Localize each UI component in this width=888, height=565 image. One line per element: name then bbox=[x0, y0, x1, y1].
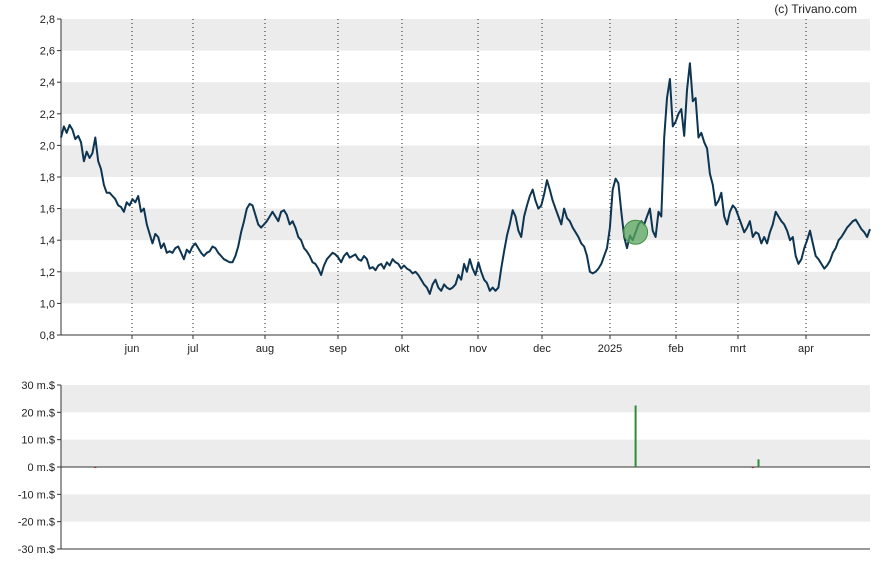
y-tick-label: 30 m.$ bbox=[21, 380, 55, 392]
x-tick-label: nov bbox=[469, 343, 487, 355]
grid-band bbox=[61, 385, 870, 413]
x-tick-label: sep bbox=[329, 343, 347, 355]
y-tick-label: -30 m.$ bbox=[18, 544, 55, 556]
grid-band bbox=[61, 494, 870, 522]
grid-band bbox=[61, 145, 870, 177]
y-tick-label: 1,4 bbox=[40, 235, 55, 247]
grid-band bbox=[61, 82, 870, 114]
grid-band bbox=[61, 439, 870, 467]
y-tick-label: 0 m.$ bbox=[27, 462, 55, 474]
y-tick-label: 2,8 bbox=[40, 14, 55, 26]
volume-bar bbox=[757, 459, 760, 467]
y-tick-label: 0,8 bbox=[40, 330, 55, 342]
x-tick-label: aug bbox=[256, 343, 274, 355]
x-tick-label: mrt bbox=[730, 343, 746, 355]
stock-chart: 0,8 1,0 1,2 1,4 1,6 1,8 2,0 2,2 2,4 2,6 2,8 jun jul a… bbox=[18, 2, 871, 556]
copyright-label: (c) Trivano.com bbox=[774, 2, 857, 16]
y-tick-label: 1,8 bbox=[40, 172, 55, 184]
grid-band bbox=[61, 19, 870, 51]
y-tick-label: 10 m.$ bbox=[21, 435, 55, 447]
y-tick-label: 2,2 bbox=[40, 109, 55, 121]
volume-panel: 30 m.$ 20 m.$ 10 m.$ 0 m.$ -10 m.$ -20 m.$ -30… bbox=[18, 380, 870, 556]
volume-bar bbox=[751, 467, 754, 469]
y-tick-label: 1,0 bbox=[40, 298, 55, 310]
volume-bar bbox=[94, 467, 97, 468]
y-tick-label: 2,6 bbox=[40, 46, 55, 58]
y-tick-label: 2,4 bbox=[40, 77, 55, 89]
event-marker bbox=[623, 219, 649, 245]
y-tick-label: -20 m.$ bbox=[18, 517, 55, 529]
x-tick-label: feb bbox=[668, 343, 683, 355]
x-tick-label: jun bbox=[124, 343, 140, 355]
x-tick-label: apr bbox=[798, 343, 814, 355]
y-tick-label: 2,0 bbox=[40, 140, 55, 152]
volume-bar bbox=[634, 405, 637, 467]
grid-band bbox=[61, 271, 870, 304]
x-tick-label: dec bbox=[533, 343, 551, 355]
x-tick-label: okt bbox=[395, 343, 410, 355]
x-tick-label: jul bbox=[186, 343, 198, 355]
y-tick-label: 1,6 bbox=[40, 204, 55, 216]
price-panel: 0,8 1,0 1,2 1,4 1,6 1,8 2,0 2,2 2,4 2,6 2,8 jun jul a… bbox=[40, 14, 871, 355]
y-tick-label: 1,2 bbox=[40, 267, 55, 279]
x-tick-label: 2025 bbox=[598, 343, 622, 355]
y-tick-label: -10 m.$ bbox=[18, 489, 55, 501]
y-tick-label: 20 m.$ bbox=[21, 407, 55, 419]
